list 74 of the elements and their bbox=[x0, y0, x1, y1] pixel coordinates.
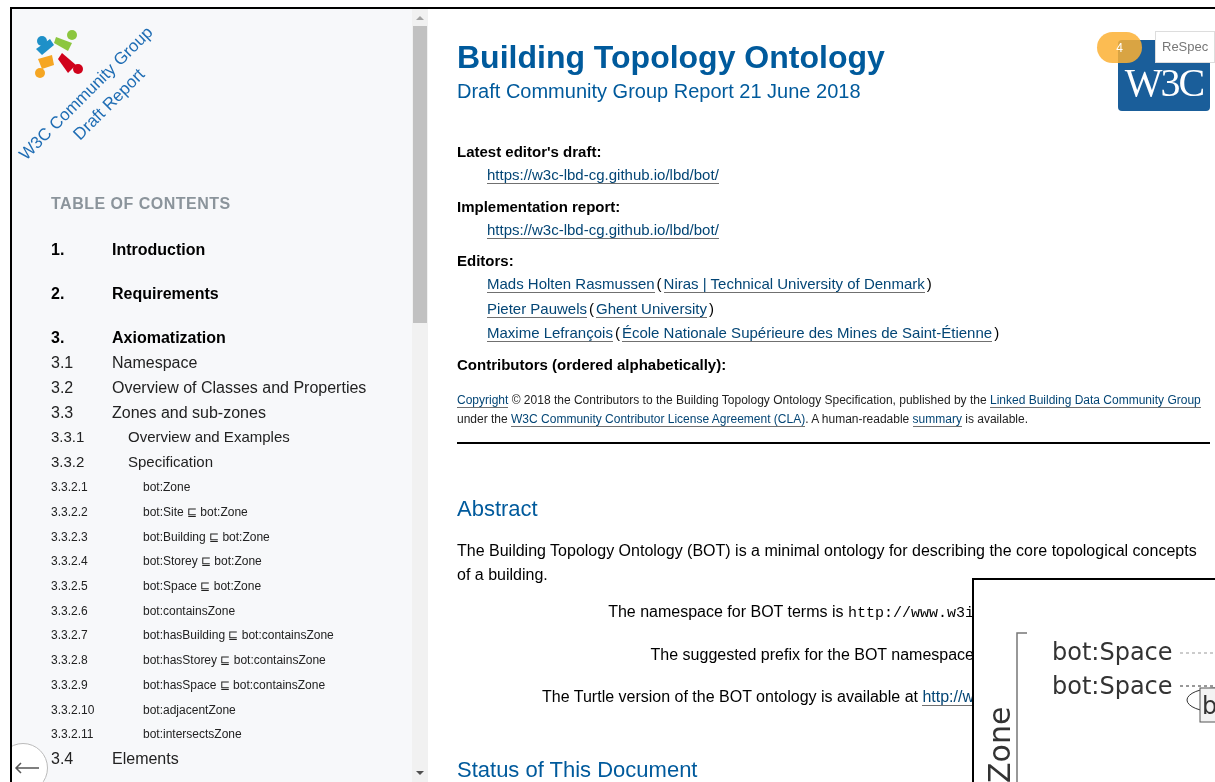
metadata-link[interactable]: Mads Holten Rasmussen bbox=[487, 275, 655, 293]
toc-number: 3. bbox=[51, 327, 66, 348]
centered-paragraph: The suggested prefix for the BOT namespace bbox=[650, 644, 974, 665]
toc-number: 3.2 bbox=[51, 377, 75, 398]
toc-link[interactable]: bot:intersectsZone bbox=[143, 725, 242, 744]
toc-number: 3.3.2.2 bbox=[51, 504, 89, 522]
punctuation: ( bbox=[614, 324, 620, 341]
toc-number: 3.3.2.10 bbox=[51, 701, 96, 719]
code-text: http://www.w3i bbox=[847, 604, 974, 622]
toc-number: 3.3 bbox=[51, 402, 75, 423]
metadata-label: Latest editor's draft: bbox=[457, 142, 602, 162]
punctuation: ) bbox=[994, 324, 1000, 341]
page-title: Building Topology Ontology bbox=[457, 38, 885, 77]
section-heading: Abstract bbox=[457, 494, 538, 523]
toc-number: 3.4 bbox=[51, 749, 75, 770]
toc-number: 2. bbox=[51, 283, 66, 304]
punctuation: ) bbox=[926, 275, 932, 292]
toc-link[interactable]: Axiomatization bbox=[112, 325, 226, 350]
punctuation: ) bbox=[708, 299, 714, 317]
metadata-label: Implementation report: bbox=[457, 196, 621, 217]
metadata-link[interactable]: Maxime Lefrançois bbox=[487, 324, 613, 342]
toc-link[interactable]: bot:adjacentZone bbox=[143, 700, 236, 719]
toc-number: 3.1 bbox=[51, 352, 75, 373]
toc-link[interactable]: bot:Storey ⊑ bot:Zone bbox=[143, 552, 262, 571]
toc-number: 3.3.2.7 bbox=[51, 627, 89, 645]
toc-link[interactable]: Introduction bbox=[112, 237, 206, 262]
toc-heading: TABLE OF CONTENTS bbox=[51, 194, 231, 214]
copyright-notice: Copyright © 2018 the Contributors to the Building Topology Ontology Specification, published by the Linked Building Data Community Group under the W3C Community Contributor License Agreement (CLA). A human-readable summary is available. bbox=[457, 391, 1202, 429]
toc-link[interactable]: bot:Building ⊑ bot:Zone bbox=[143, 527, 270, 546]
page-subtitle: Draft Community Group Report 21 June 2018 bbox=[457, 79, 861, 104]
toc-number: 3.3.2.5 bbox=[51, 578, 89, 596]
toc-link[interactable]: bot:hasStorey ⊑ bot:containsZone bbox=[143, 651, 326, 670]
copyright-link[interactable]: Copyright bbox=[457, 392, 509, 408]
toc-number: 3.3.2.6 bbox=[51, 602, 89, 620]
toc-link[interactable]: Overview and Examples bbox=[128, 426, 290, 449]
toc-link[interactable]: bot:Space ⊑ bot:Zone bbox=[143, 577, 262, 596]
copyright-link[interactable]: Linked Building Data Community Group bbox=[989, 392, 1201, 408]
metadata-label: Contributors (ordered alphabetically): bbox=[457, 354, 727, 375]
toc-link[interactable]: Namespace bbox=[112, 350, 198, 375]
metadata-label: Editors: bbox=[457, 251, 514, 271]
toc-link[interactable]: bot:containsZone bbox=[143, 601, 236, 620]
toc-number: 3.3.2.4 bbox=[51, 553, 89, 571]
toc-number: 3.3.2.8 bbox=[51, 652, 89, 670]
punctuation: ( bbox=[656, 275, 662, 292]
metadata-link[interactable]: https://w3c-lbd-cg.github.io/lbd/bot/ bbox=[487, 220, 719, 239]
centered-paragraph: The namespace for BOT terms is http://www.w3i bbox=[608, 601, 974, 624]
toc-number: 1. bbox=[51, 239, 66, 260]
toc-link[interactable]: Elements bbox=[112, 747, 179, 772]
metadata-link[interactable]: Ghent University bbox=[596, 299, 707, 318]
toc-number: 3.3.2.1 bbox=[51, 479, 89, 497]
metadata-link[interactable]: https://w3c-lbd-cg.github.io/lbd/bot/ bbox=[487, 166, 719, 184]
metadata-link[interactable]: Pieter Pauwels bbox=[487, 299, 588, 318]
toc-number: 3.3.2 bbox=[51, 452, 86, 473]
metadata-link[interactable]: École Nationale Supérieure des Mines de Saint-Étienne bbox=[621, 324, 993, 342]
toc-link[interactable]: Zones and sub-zones bbox=[112, 400, 266, 425]
respec-button[interactable]: ReSpec bbox=[1155, 31, 1215, 63]
metadata-link[interactable]: Niras | Technical University of Denmark bbox=[663, 275, 925, 293]
section-heading: Status of This Document bbox=[457, 755, 698, 782]
punctuation: ( bbox=[589, 299, 595, 317]
toc-link[interactable]: Overview of Classes and Properties bbox=[112, 375, 367, 400]
copyright-link[interactable]: summary bbox=[912, 411, 962, 427]
toc-link[interactable]: bot:hasBuilding ⊑ bot:containsZone bbox=[143, 626, 334, 645]
toc-number: 3.3.2.11 bbox=[51, 726, 95, 744]
scrollbar[interactable] bbox=[412, 9, 428, 782]
toc-link[interactable]: Specification bbox=[128, 451, 214, 474]
scrollbar-thumb[interactable] bbox=[413, 26, 427, 323]
toc-link[interactable]: bot:hasSpace ⊑ bot:containsZone bbox=[143, 675, 326, 694]
toc-link[interactable]: Requirements bbox=[112, 281, 219, 306]
toc-link[interactable]: bot:Site ⊑ bot:Zone bbox=[143, 503, 248, 522]
toc-number: 3.3.2.3 bbox=[51, 528, 89, 546]
toc-link[interactable]: bot:Zone bbox=[143, 478, 191, 497]
toc-number: 3.3.2.9 bbox=[51, 676, 89, 694]
toc-number: 3.3.1 bbox=[51, 427, 86, 448]
left-arrow-icon bbox=[14, 762, 40, 774]
